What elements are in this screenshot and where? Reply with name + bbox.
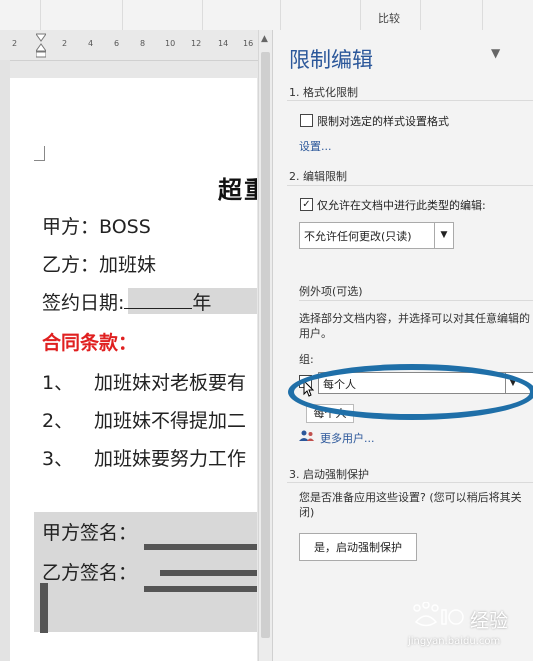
sign-a-label: 甲方签名： <box>42 522 138 544</box>
clause-text: 加班妹要努力工作 <box>94 448 247 470</box>
watermark-url: jingyan.baidu.com <box>408 636 501 647</box>
ribbon-group <box>202 0 281 30</box>
ribbon-group <box>40 0 123 30</box>
ruler-tick: 8 <box>140 39 146 48</box>
section-editing-heading: 2. 编辑限制 <box>289 170 347 183</box>
more-users-link[interactable]: 更多用户... <box>320 430 375 446</box>
horizontal-ruler[interactable]: 2 2 4 6 8 10 12 14 16 <box>0 30 258 61</box>
editing-type-value: 不允许任何更改(只读) <box>304 230 412 243</box>
editing-checkbox[interactable]: ✓ <box>300 198 313 211</box>
editing-checkbox-label: 仅允许在文档中进行此类型的编辑: <box>317 199 486 212</box>
sign-date-label: 签约日期: <box>42 292 125 314</box>
signature-bracket <box>160 570 257 576</box>
section-formatting-heading: 1. 格式化限制 <box>289 86 358 99</box>
signature-bracket <box>144 586 257 592</box>
clause-number: 3、 <box>42 448 74 470</box>
baidu-paw-logo <box>413 602 464 627</box>
ribbon-group <box>420 0 483 30</box>
ruler-tick: 2 <box>12 39 18 48</box>
ruler-tick: 10 <box>165 39 176 48</box>
protection-question: 您是否准备应用这些设置? (您可以稍后将其关闭) <box>299 491 522 519</box>
section-divider <box>287 185 533 186</box>
highlight-ellipse <box>288 364 533 420</box>
vertical-scrollbar[interactable]: ▲ <box>258 30 273 661</box>
groups-label: 组: <box>299 353 314 366</box>
sign-b-label: 乙方签名： <box>42 562 138 584</box>
formatting-checkbox[interactable] <box>300 114 313 127</box>
exceptions-label: 例外项(可选) <box>299 285 363 298</box>
party-b-line: 乙方：加班妹 <box>42 254 157 276</box>
section-divider <box>287 482 533 483</box>
ribbon-bar: 比较 <box>0 0 533 31</box>
watermark-text: 经验 <box>470 610 509 632</box>
sign-date-line: 签约日期: 年 <box>42 288 211 315</box>
ribbon-group <box>122 0 203 30</box>
date-blank <box>124 292 193 309</box>
chevron-down-icon[interactable]: ▼ <box>434 223 453 248</box>
document-title: 超重 <box>218 175 257 204</box>
restrict-editing-pane: 限制编辑 ▼ 1. 格式化限制 限制对选定的样式设置格式 设置... 2. 编辑… <box>272 30 533 661</box>
scroll-thumb[interactable] <box>261 52 270 638</box>
signature-bracket <box>144 544 257 550</box>
vertical-ruler <box>0 60 10 661</box>
crop-mark <box>34 146 45 161</box>
pane-options-icon[interactable]: ▼ <box>491 46 500 60</box>
ribbon-group <box>280 0 361 30</box>
pane-title: 限制编辑 <box>289 48 373 72</box>
formatting-checkbox-label: 限制对选定的样式设置格式 <box>317 115 449 128</box>
section-divider <box>299 300 533 301</box>
signature-bracket <box>40 583 48 633</box>
ruler-tick: 2 <box>62 39 68 48</box>
ribbon-group <box>0 0 41 30</box>
ruler-tick: 4 <box>88 39 94 48</box>
users-icon <box>299 430 314 441</box>
start-enforcing-protection-button[interactable]: 是，启动强制保护 <box>299 533 417 561</box>
clause-item: 3、 加班妹要努力工作 <box>42 444 246 471</box>
ruler-tick: 14 <box>218 39 229 48</box>
ruler-tick: 12 <box>191 39 202 48</box>
baidu-watermark: 经验 jingyan.baidu.com <box>408 600 533 652</box>
compare-group-label[interactable]: 比较 <box>378 10 400 26</box>
editing-type-select[interactable]: 不允许任何更改(只读) ▼ <box>299 222 454 249</box>
clause-number: 2、 <box>42 410 74 432</box>
section-divider <box>287 100 533 101</box>
year-char: 年 <box>192 292 212 314</box>
ruler-tick: 6 <box>114 39 120 48</box>
indent-marker-icon[interactable] <box>36 30 46 60</box>
clauses-heading: 合同条款： <box>42 332 138 354</box>
settings-link[interactable]: 设置... <box>299 138 332 154</box>
clause-item: 2、 加班妹不得提加二 <box>42 406 246 433</box>
ruler-tick: 16 <box>243 39 254 48</box>
clause-number: 1、 <box>42 372 74 394</box>
clause-text: 加班妹不得提加二 <box>94 410 247 432</box>
party-a-line: 甲方：BOSS <box>42 216 151 238</box>
exceptions-description: 选择部分文档内容，并选择可以对其任意编辑的用户。 <box>299 312 530 340</box>
section-protection-heading: 3. 启动强制保护 <box>289 468 369 481</box>
scroll-up-icon[interactable]: ▲ <box>261 34 268 44</box>
document-page[interactable]: 超重 甲方：BOSS 乙方：加班妹 签约日期: 年 合同条款： 1、加班妹对老板要… <box>10 78 257 661</box>
clause-item: 1、 加班妹对老板要有 <box>42 368 246 395</box>
clause-text: 加班妹对老板要有 <box>94 372 247 394</box>
